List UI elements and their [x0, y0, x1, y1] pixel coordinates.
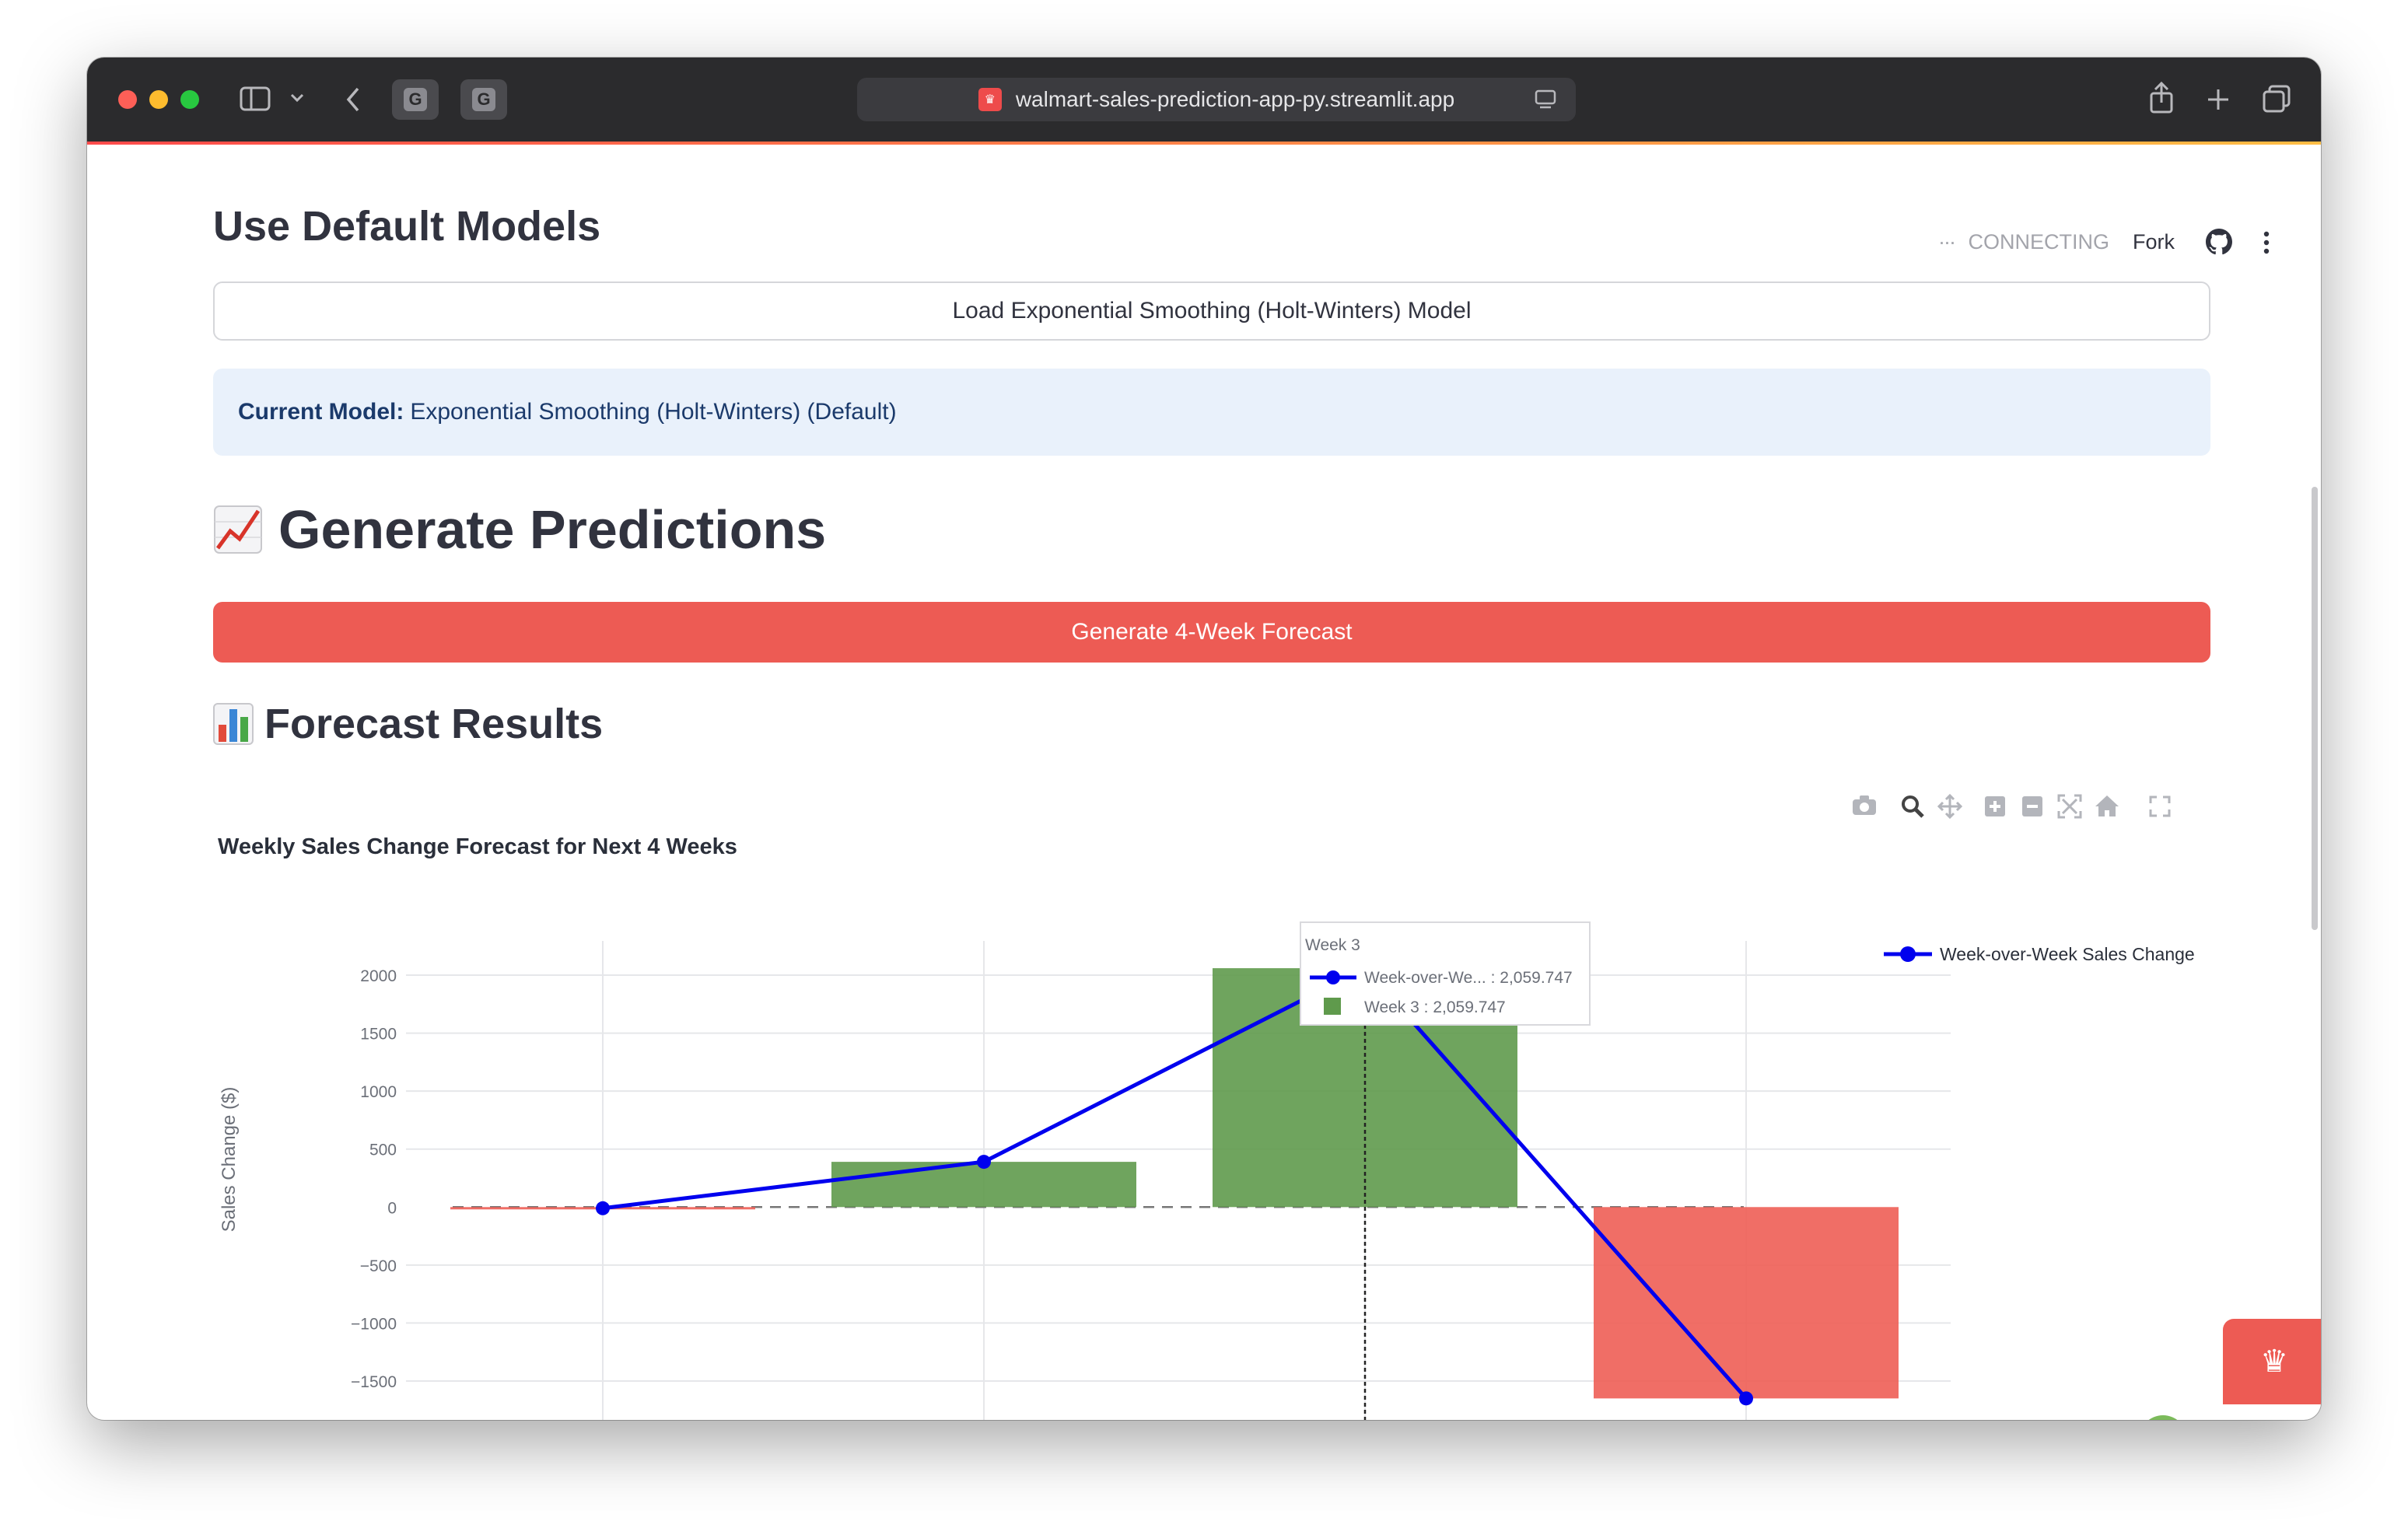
- series-point: [1739, 1391, 1753, 1406]
- autoscale-icon[interactable]: [2057, 794, 2082, 819]
- url-text: walmart-sales-prediction-app-py.streamli…: [1015, 87, 1455, 111]
- series-point: [596, 1201, 610, 1215]
- zoom-window-button[interactable]: [180, 90, 199, 109]
- legend-series-name: Week-over-Week Sales Change: [1940, 944, 2195, 964]
- y-tick-label: 500: [369, 1142, 397, 1159]
- zoom-in-icon[interactable]: [1985, 796, 2005, 816]
- camera-icon[interactable]: [1853, 795, 1876, 815]
- pan-icon[interactable]: [1937, 793, 1963, 820]
- close-window-button[interactable]: [118, 90, 137, 109]
- chart-legend[interactable]: Week-over-Week Sales Change: [1884, 944, 2195, 964]
- zoom-out-icon[interactable]: [2022, 796, 2042, 816]
- y-tick-label: 1000: [360, 1083, 397, 1101]
- chevron-down-icon[interactable]: [289, 92, 305, 104]
- y-tick-label: 0: [387, 1199, 397, 1217]
- browser-titlebar: G G ♛ walmart-sales-prediction-app-py.st…: [87, 58, 2321, 142]
- y-tick-label: 2000: [360, 967, 397, 985]
- app-main: Use Default Models ··· CONNECTING Fork L…: [87, 145, 2321, 1420]
- series-point: [977, 1155, 991, 1170]
- tab-g-2-label: G: [472, 88, 495, 111]
- plotly-modebar: [1853, 793, 2171, 820]
- tooltip-bar-value: Week 3 : 2,059.747: [1364, 998, 1506, 1016]
- chart-line-series: [596, 961, 1753, 1406]
- page-scrollbar[interactable]: [2312, 487, 2318, 930]
- tooltip-line-value: Week-over-We... : 2,059.747: [1364, 969, 1573, 987]
- reset-axes-home-icon[interactable]: [2095, 795, 2119, 816]
- tooltip-category: Week 3: [1305, 936, 1360, 954]
- new-tab-icon[interactable]: [2206, 87, 2231, 112]
- y-tick-label: −1500: [351, 1373, 397, 1391]
- reader-mode-icon[interactable]: [1534, 89, 1557, 112]
- share-icon[interactable]: [2148, 81, 2175, 115]
- streamlit-favicon-icon: ♛: [978, 88, 1002, 111]
- y-axis-ticks: 2000 1500 1000 500 0 −500 −1000 −1500: [351, 967, 397, 1391]
- fullscreen-icon[interactable]: [2149, 795, 2171, 817]
- tab-g-1[interactable]: G: [392, 79, 439, 120]
- y-tick-label: −1000: [351, 1315, 397, 1333]
- legend-line-marker: [1900, 946, 1916, 962]
- streamlit-badge[interactable]: ♛: [2223, 1319, 2321, 1404]
- zoom-icon[interactable]: [1902, 795, 1924, 818]
- back-icon[interactable]: [344, 86, 362, 114]
- browser-window: G G ♛ walmart-sales-prediction-app-py.st…: [87, 58, 2321, 1420]
- tab-g-2[interactable]: G: [460, 79, 507, 120]
- y-axis-label: Sales Change ($): [219, 1087, 240, 1233]
- forecast-chart[interactable]: Weekly Sales Change Forecast for Next 4 …: [87, 145, 2321, 1420]
- tab-g-1-label: G: [404, 88, 427, 111]
- minimize-window-button[interactable]: [149, 90, 168, 109]
- tooltip-line-marker: [1326, 970, 1340, 984]
- sidebar-toggle-icon[interactable]: [240, 86, 271, 112]
- chart-bar: [1594, 1207, 1899, 1399]
- tooltip-bar-swatch: [1324, 998, 1341, 1015]
- chart-title: Weekly Sales Change Forecast for Next 4 …: [218, 834, 737, 859]
- address-bar[interactable]: ♛ walmart-sales-prediction-app-py.stream…: [857, 78, 1576, 121]
- tab-overview-icon[interactable]: [2262, 84, 2291, 114]
- y-tick-label: −500: [360, 1257, 397, 1275]
- y-tick-label: 1500: [360, 1026, 397, 1044]
- streamlit-crown-icon: ♛: [2260, 1344, 2288, 1379]
